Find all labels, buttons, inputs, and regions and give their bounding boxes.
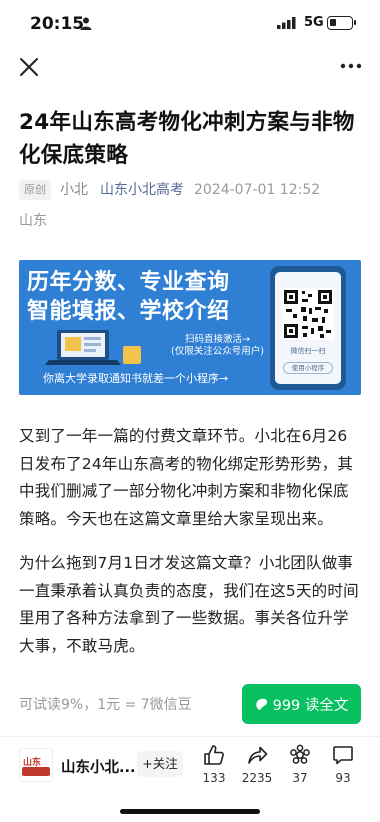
bottom-divider	[0, 736, 380, 737]
status-bar: 20:15 5G	[0, 0, 380, 48]
follow-button[interactable]: +关注	[137, 751, 183, 777]
article-title: 24年山东高考物化冲刺方案与非物化保底策略	[19, 110, 355, 168]
banner-scan-text: 扫码直接激活→ (仅限关注公众号用户)	[171, 334, 264, 358]
share-button[interactable]: 2235	[237, 744, 277, 785]
banner-scan-line-1: 扫码直接激活→	[184, 334, 250, 345]
home-indicator	[120, 809, 260, 814]
trial-info: 可试读9%，1元 = 7微信豆	[19, 697, 192, 713]
promo-banner[interactable]: 历年分数、专业查询 智能填报、学校介绍 扫码直接激活→ (仅限关注公众号用户) …	[19, 260, 361, 395]
comment-button[interactable]: 93	[323, 744, 363, 785]
read-full-button[interactable]: 999 读全文	[242, 684, 361, 724]
phone-screen: 微信扫一扫 使用小程序	[275, 272, 341, 384]
author-name: 小北	[60, 182, 88, 198]
location: 山东	[19, 213, 47, 229]
like-button[interactable]: 133	[194, 744, 234, 785]
phone-caption: 微信扫一扫	[290, 347, 326, 355]
account-name[interactable]: 山东小北...	[61, 756, 136, 777]
battery-icon	[327, 16, 356, 30]
original-tag: 原创	[19, 180, 51, 200]
close-icon[interactable]	[16, 54, 42, 80]
banner-headline-1: 历年分数、专业查询	[27, 270, 230, 295]
network-type: 5G	[304, 15, 324, 30]
laptop-illustration	[45, 330, 141, 365]
phone-illustration: 微信扫一扫 使用小程序	[270, 266, 346, 390]
wow-icon	[290, 744, 310, 764]
article-paragraph-1: 又到了一年一篇的付费文章环节。小北在6月26日发布了24年山东高考的物化绑定形势…	[19, 427, 354, 528]
wow-button[interactable]: 37	[280, 744, 320, 785]
article-paragraph-2: 为什么拖到7月1日才发这篇文章？小北团队做事一直秉承着认真负责的态度，我们在这5…	[19, 554, 359, 655]
signal-icon	[277, 17, 296, 29]
account-avatar[interactable]: 山东	[19, 748, 53, 782]
read-full-label: 999 读全文	[272, 697, 349, 714]
more-icon[interactable]	[338, 56, 364, 76]
phone-button: 使用小程序	[283, 362, 333, 374]
banner-headline-2: 智能填报、学校介绍	[27, 299, 230, 324]
banner-bottom-text: 你离大学录取通知书就差一个小程序→	[43, 372, 229, 385]
publish-time: 2024-07-01 12:52	[194, 182, 321, 198]
article-meta: 原创 小北 山东小北高考 2024-07-01 12:52	[19, 179, 369, 201]
like-count: 133	[202, 771, 226, 785]
share-icon	[248, 746, 268, 764]
person-icon	[80, 17, 92, 30]
comment-count: 93	[335, 771, 351, 785]
share-count: 2235	[241, 771, 273, 785]
thumbs-up-icon	[204, 745, 224, 765]
wow-count: 37	[292, 771, 308, 785]
account-link[interactable]: 山东小北高考	[100, 182, 184, 198]
comment-icon	[333, 746, 353, 765]
qr-code-icon	[282, 288, 334, 340]
wechat-bean-icon	[255, 698, 267, 710]
banner-scan-line-2: (仅限关注公众号用户)	[171, 346, 264, 357]
status-time: 20:15	[30, 14, 85, 34]
